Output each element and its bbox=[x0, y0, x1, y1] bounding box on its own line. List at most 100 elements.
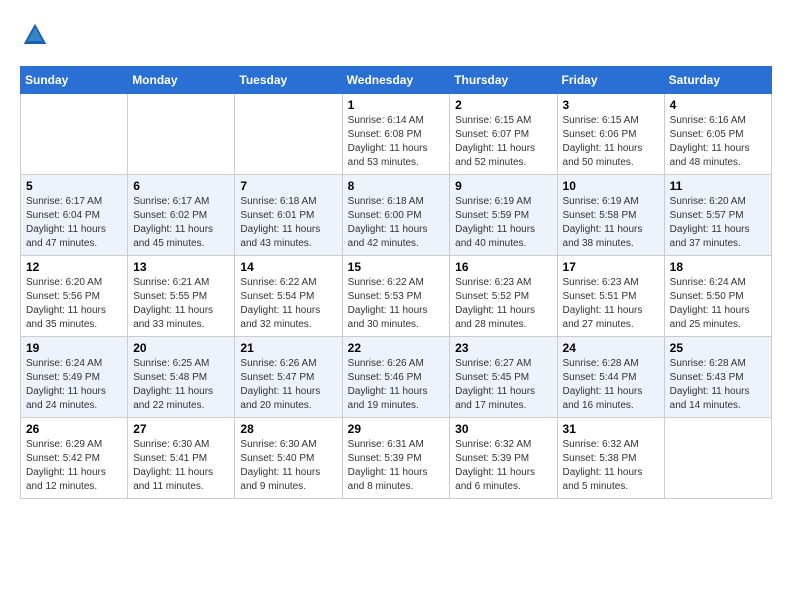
calendar-cell: 5 Sunrise: 6:17 AM Sunset: 6:04 PM Daylig… bbox=[21, 175, 128, 256]
calendar-week-row: 26 Sunrise: 6:29 AM Sunset: 5:42 PM Dayli… bbox=[21, 418, 772, 499]
calendar-cell: 23Sunrise: 6:27 AM Sunset: 5:45 PM Dayli… bbox=[450, 337, 557, 418]
weekday-header-tuesday: Tuesday bbox=[235, 67, 342, 94]
calendar-cell: 8 Sunrise: 6:18 AM Sunset: 6:00 PM Daylig… bbox=[342, 175, 450, 256]
weekday-header-saturday: Saturday bbox=[664, 67, 771, 94]
day-number: 10 bbox=[563, 179, 659, 193]
weekday-header-wednesday: Wednesday bbox=[342, 67, 450, 94]
calendar-week-row: 19 Sunrise: 6:24 AM Sunset: 5:49 PM Dayli… bbox=[21, 337, 772, 418]
page-header bbox=[20, 20, 772, 50]
day-info: Sunrise: 6:30 AM Sunset: 5:40 PM Dayligh… bbox=[240, 438, 336, 494]
calendar-cell: 4Sunrise: 6:16 AM Sunset: 6:05 PM Daylig… bbox=[664, 94, 771, 175]
calendar-week-row: 5 Sunrise: 6:17 AM Sunset: 6:04 PM Daylig… bbox=[21, 175, 772, 256]
day-info: Sunrise: 6:14 AM Sunset: 6:08 PM Dayligh… bbox=[348, 114, 445, 170]
calendar-cell: 28 Sunrise: 6:30 AM Sunset: 5:40 PM Dayli… bbox=[235, 418, 342, 499]
calendar-cell: 30 Sunrise: 6:32 AM Sunset: 5:39 PM Dayli… bbox=[450, 418, 557, 499]
day-number: 17 bbox=[563, 260, 659, 274]
calendar-cell: 1 Sunrise: 6:14 AM Sunset: 6:08 PM Daylig… bbox=[342, 94, 450, 175]
day-number: 25 bbox=[670, 341, 766, 355]
calendar-cell: 10Sunrise: 6:19 AM Sunset: 5:58 PM Dayli… bbox=[557, 175, 664, 256]
day-info: Sunrise: 6:25 AM Sunset: 5:48 PM Dayligh… bbox=[133, 357, 229, 413]
calendar-cell: 29 Sunrise: 6:31 AM Sunset: 5:39 PM Dayli… bbox=[342, 418, 450, 499]
calendar-cell: 20 Sunrise: 6:25 AM Sunset: 5:48 PM Dayli… bbox=[128, 337, 235, 418]
weekday-header-monday: Monday bbox=[128, 67, 235, 94]
day-info: Sunrise: 6:20 AM Sunset: 5:56 PM Dayligh… bbox=[26, 276, 122, 332]
calendar-cell: 11 Sunrise: 6:20 AM Sunset: 5:57 PM Dayli… bbox=[664, 175, 771, 256]
weekday-header-sunday: Sunday bbox=[21, 67, 128, 94]
day-number: 12 bbox=[26, 260, 122, 274]
calendar-table: SundayMondayTuesdayWednesdayThursdayFrid… bbox=[20, 66, 772, 499]
day-info: Sunrise: 6:23 AM Sunset: 5:52 PM Dayligh… bbox=[455, 276, 551, 332]
day-info: Sunrise: 6:28 AM Sunset: 5:43 PM Dayligh… bbox=[670, 357, 766, 413]
day-info: Sunrise: 6:20 AM Sunset: 5:57 PM Dayligh… bbox=[670, 195, 766, 251]
day-info: Sunrise: 6:27 AM Sunset: 5:45 PM Dayligh… bbox=[455, 357, 551, 413]
calendar-cell: 13 Sunrise: 6:21 AM Sunset: 5:55 PM Dayli… bbox=[128, 256, 235, 337]
day-number: 5 bbox=[26, 179, 122, 193]
day-info: Sunrise: 6:32 AM Sunset: 5:39 PM Dayligh… bbox=[455, 438, 551, 494]
day-info: Sunrise: 6:30 AM Sunset: 5:41 PM Dayligh… bbox=[133, 438, 229, 494]
day-number: 29 bbox=[348, 422, 445, 436]
day-number: 1 bbox=[348, 98, 445, 112]
day-info: Sunrise: 6:22 AM Sunset: 5:54 PM Dayligh… bbox=[240, 276, 336, 332]
day-info: Sunrise: 6:26 AM Sunset: 5:47 PM Dayligh… bbox=[240, 357, 336, 413]
logo-icon bbox=[20, 20, 50, 50]
day-number: 22 bbox=[348, 341, 445, 355]
day-number: 8 bbox=[348, 179, 445, 193]
day-number: 28 bbox=[240, 422, 336, 436]
day-number: 19 bbox=[26, 341, 122, 355]
calendar-cell bbox=[235, 94, 342, 175]
day-info: Sunrise: 6:23 AM Sunset: 5:51 PM Dayligh… bbox=[563, 276, 659, 332]
day-number: 30 bbox=[455, 422, 551, 436]
calendar-cell bbox=[21, 94, 128, 175]
calendar-cell: 18 Sunrise: 6:24 AM Sunset: 5:50 PM Dayli… bbox=[664, 256, 771, 337]
calendar-cell: 6Sunrise: 6:17 AM Sunset: 6:02 PM Daylig… bbox=[128, 175, 235, 256]
day-info: Sunrise: 6:24 AM Sunset: 5:50 PM Dayligh… bbox=[670, 276, 766, 332]
day-info: Sunrise: 6:21 AM Sunset: 5:55 PM Dayligh… bbox=[133, 276, 229, 332]
day-number: 21 bbox=[240, 341, 336, 355]
calendar-cell: 15Sunrise: 6:22 AM Sunset: 5:53 PM Dayli… bbox=[342, 256, 450, 337]
day-info: Sunrise: 6:28 AM Sunset: 5:44 PM Dayligh… bbox=[563, 357, 659, 413]
calendar-cell: 26 Sunrise: 6:29 AM Sunset: 5:42 PM Dayli… bbox=[21, 418, 128, 499]
day-info: Sunrise: 6:24 AM Sunset: 5:49 PM Dayligh… bbox=[26, 357, 122, 413]
day-info: Sunrise: 6:18 AM Sunset: 6:00 PM Dayligh… bbox=[348, 195, 445, 251]
calendar-cell: 22 Sunrise: 6:26 AM Sunset: 5:46 PM Dayli… bbox=[342, 337, 450, 418]
calendar-cell: 27 Sunrise: 6:30 AM Sunset: 5:41 PM Dayli… bbox=[128, 418, 235, 499]
day-number: 3 bbox=[563, 98, 659, 112]
calendar-cell: 21 Sunrise: 6:26 AM Sunset: 5:47 PM Dayli… bbox=[235, 337, 342, 418]
day-number: 18 bbox=[670, 260, 766, 274]
day-info: Sunrise: 6:18 AM Sunset: 6:01 PM Dayligh… bbox=[240, 195, 336, 251]
calendar-cell: 2Sunrise: 6:15 AM Sunset: 6:07 PM Daylig… bbox=[450, 94, 557, 175]
weekday-header-thursday: Thursday bbox=[450, 67, 557, 94]
calendar-cell: 16 Sunrise: 6:23 AM Sunset: 5:52 PM Dayli… bbox=[450, 256, 557, 337]
day-number: 14 bbox=[240, 260, 336, 274]
day-info: Sunrise: 6:26 AM Sunset: 5:46 PM Dayligh… bbox=[348, 357, 445, 413]
logo bbox=[20, 20, 56, 50]
day-info: Sunrise: 6:31 AM Sunset: 5:39 PM Dayligh… bbox=[348, 438, 445, 494]
calendar-cell: 24 Sunrise: 6:28 AM Sunset: 5:44 PM Dayli… bbox=[557, 337, 664, 418]
day-number: 27 bbox=[133, 422, 229, 436]
day-number: 11 bbox=[670, 179, 766, 193]
calendar-cell: 17 Sunrise: 6:23 AM Sunset: 5:51 PM Dayli… bbox=[557, 256, 664, 337]
calendar-cell: 19 Sunrise: 6:24 AM Sunset: 5:49 PM Dayli… bbox=[21, 337, 128, 418]
day-number: 31 bbox=[563, 422, 659, 436]
day-number: 26 bbox=[26, 422, 122, 436]
day-number: 2 bbox=[455, 98, 551, 112]
calendar-cell bbox=[664, 418, 771, 499]
weekday-header-friday: Friday bbox=[557, 67, 664, 94]
calendar-cell: 3 Sunrise: 6:15 AM Sunset: 6:06 PM Daylig… bbox=[557, 94, 664, 175]
calendar-cell: 31 Sunrise: 6:32 AM Sunset: 5:38 PM Dayli… bbox=[557, 418, 664, 499]
day-number: 24 bbox=[563, 341, 659, 355]
day-info: Sunrise: 6:22 AM Sunset: 5:53 PM Dayligh… bbox=[348, 276, 445, 332]
day-info: Sunrise: 6:32 AM Sunset: 5:38 PM Dayligh… bbox=[563, 438, 659, 494]
calendar-cell: 12 Sunrise: 6:20 AM Sunset: 5:56 PM Dayli… bbox=[21, 256, 128, 337]
day-info: Sunrise: 6:17 AM Sunset: 6:04 PM Dayligh… bbox=[26, 195, 122, 251]
day-number: 13 bbox=[133, 260, 229, 274]
calendar-body: 1 Sunrise: 6:14 AM Sunset: 6:08 PM Daylig… bbox=[21, 94, 772, 499]
day-number: 7 bbox=[240, 179, 336, 193]
day-number: 4 bbox=[670, 98, 766, 112]
calendar-cell: 7 Sunrise: 6:18 AM Sunset: 6:01 PM Daylig… bbox=[235, 175, 342, 256]
day-number: 16 bbox=[455, 260, 551, 274]
day-number: 20 bbox=[133, 341, 229, 355]
day-info: Sunrise: 6:17 AM Sunset: 6:02 PM Dayligh… bbox=[133, 195, 229, 251]
day-info: Sunrise: 6:29 AM Sunset: 5:42 PM Dayligh… bbox=[26, 438, 122, 494]
day-info: Sunrise: 6:15 AM Sunset: 6:06 PM Dayligh… bbox=[563, 114, 659, 170]
